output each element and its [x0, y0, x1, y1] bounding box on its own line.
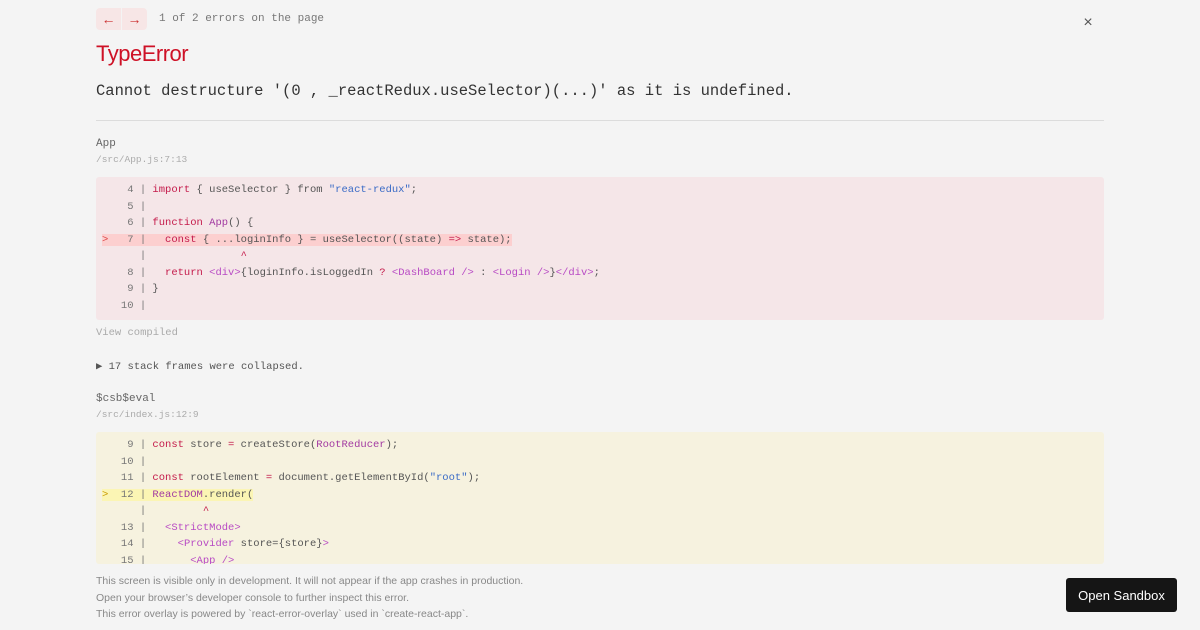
- code-line: | ^: [96, 503, 1104, 520]
- code-line: 10 |: [96, 298, 1104, 315]
- next-error-button[interactable]: →: [122, 8, 147, 30]
- code-line: 13 | <StrictMode>: [96, 520, 1104, 537]
- footer-line: This error overlay is powered by `react-…: [96, 608, 469, 620]
- line-marker: [102, 555, 115, 565]
- frame-file[interactable]: /src/index.js:12:9: [96, 409, 199, 420]
- code-line: 15 | <App />: [96, 553, 1104, 565]
- line-marker: [102, 250, 115, 262]
- line-marker: [102, 201, 115, 213]
- code-snippet: 9 | const store = createStore(RootReduce…: [96, 432, 1104, 564]
- frame-name: App: [96, 138, 116, 150]
- line-marker: [102, 456, 115, 468]
- line-marker: [102, 184, 115, 196]
- code-line: > 7 | const { ...loginInfo } = useSelect…: [102, 233, 512, 246]
- code-line: > 12 | ReactDOM.render(: [102, 488, 254, 501]
- line-number: 8 |: [114, 266, 153, 279]
- error-message: Cannot destructure '(0 , _reactRedux.use…: [96, 82, 794, 100]
- line-number: 6 |: [114, 217, 153, 229]
- line-marker: [102, 300, 115, 312]
- previous-error-button[interactable]: ←: [96, 8, 121, 30]
- line-marker: [102, 472, 115, 484]
- line-marker: [102, 522, 115, 534]
- line-marker: >: [102, 233, 115, 246]
- footer-line: Open your browser’s developer console to…: [96, 591, 410, 604]
- footer: This screen is visible only in developme…: [96, 573, 523, 623]
- code-line: 11 | const rootElement = document.getEle…: [96, 470, 1104, 487]
- code-line: | ^: [96, 248, 1104, 265]
- line-number: 14 |: [114, 538, 153, 550]
- code-line: 9 | }: [96, 281, 1104, 298]
- close-icon: ×: [1083, 14, 1093, 31]
- arrow-left-icon: ←: [101, 11, 116, 27]
- error-type: TypeError: [96, 41, 189, 66]
- code-line: 8 | return <div>{loginInfo.isLoggedIn ? …: [96, 265, 1104, 282]
- close-button[interactable]: ×: [1080, 15, 1096, 31]
- line-number: 9 |: [114, 439, 153, 451]
- collapsed-frames-toggle[interactable]: ▶ 17 stack frames were collapsed.: [96, 360, 304, 373]
- open-sandbox-button[interactable]: Open Sandbox: [1066, 578, 1177, 612]
- line-number: |: [114, 505, 153, 517]
- line-number: |: [114, 250, 153, 262]
- line-number: 5 |: [114, 200, 153, 213]
- frame-file[interactable]: /src/App.js:7:13: [96, 154, 187, 165]
- line-marker: [102, 505, 115, 517]
- line-marker: [102, 538, 115, 550]
- line-number: 10 |: [114, 299, 153, 312]
- code-line: 9 | const store = createStore(RootReduce…: [96, 437, 1104, 454]
- code-line: 10 |: [96, 454, 1104, 471]
- footer-line: This screen is visible only in developme…: [96, 575, 524, 587]
- line-number: 9 |: [114, 283, 153, 295]
- divider: [96, 120, 1104, 121]
- line-number: 7 |: [114, 233, 153, 246]
- code-snippet: 4 | import { useSelector } from "react-r…: [96, 177, 1104, 320]
- line-number: 10 |: [114, 455, 153, 468]
- code-line: 5 |: [96, 199, 1104, 216]
- frame-name: $csb$eval: [96, 393, 156, 405]
- line-number: 11 |: [114, 472, 153, 484]
- line-marker: [102, 217, 115, 229]
- line-marker: [102, 283, 115, 295]
- line-number: 12 |: [114, 488, 153, 501]
- arrow-right-icon: →: [127, 11, 142, 27]
- line-number: 4 |: [114, 184, 153, 196]
- error-count: 1 of 2 errors on the page: [159, 13, 325, 25]
- code-line: 6 | function App() {: [96, 215, 1104, 232]
- line-number: 13 |: [114, 521, 153, 534]
- view-compiled-link[interactable]: View compiled: [96, 327, 178, 339]
- code-line: 4 | import { useSelector } from "react-r…: [96, 182, 1104, 199]
- error-navigation: ← → 1 of 2 errors on the page: [96, 8, 324, 30]
- line-number: 15 |: [114, 554, 153, 565]
- line-marker: >: [102, 488, 115, 501]
- line-marker: [102, 267, 115, 279]
- code-line: 14 | <Provider store={store}>: [96, 536, 1104, 553]
- line-marker: [102, 439, 115, 451]
